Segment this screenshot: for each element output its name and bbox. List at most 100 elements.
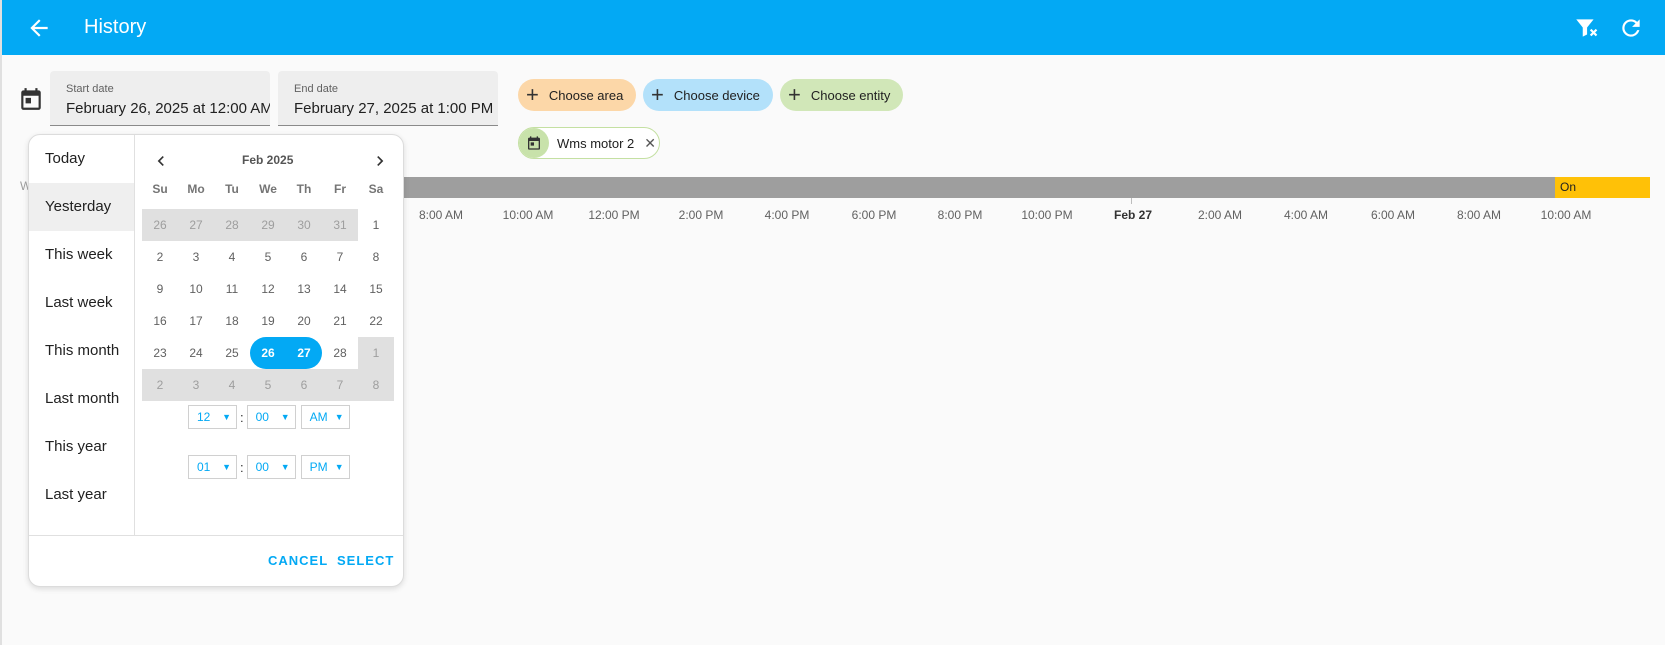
calendar-day[interactable]: 4 <box>214 369 250 401</box>
weekday-label: Tu <box>225 182 239 196</box>
weekday-label: Mo <box>187 182 205 196</box>
calendar-week: 9 10 11 12 13 14 15 <box>142 273 394 305</box>
start-period-select[interactable]: AM ▼ <box>300 405 350 429</box>
date-tickmark <box>1131 198 1132 204</box>
calendar-day[interactable]: 1 <box>358 209 394 241</box>
end-period-select[interactable]: PM ▼ <box>300 455 350 479</box>
calendar-day[interactable]: 8 <box>358 241 394 273</box>
calendar-day[interactable]: 27 <box>178 209 214 241</box>
range-last-week[interactable]: Last week <box>29 279 134 327</box>
choose-device-chip[interactable]: + Choose device <box>643 79 773 111</box>
calendar-day[interactable]: 3 <box>178 369 214 401</box>
chevron-down-icon: ▼ <box>280 412 290 422</box>
range-today[interactable]: Today <box>29 135 134 183</box>
timeline-on-segment[interactable]: On <box>1555 177 1650 198</box>
calendar-day[interactable]: 6 <box>286 369 322 401</box>
arrow-left-icon[interactable] <box>26 15 52 41</box>
cancel-button[interactable]: CANCEL <box>268 553 328 568</box>
calendar-day[interactable]: 28 <box>322 337 358 369</box>
start-minute-select[interactable]: 00 ▼ <box>246 405 296 429</box>
calendar-day[interactable]: 16 <box>142 305 178 337</box>
calendar-day[interactable]: 2 <box>142 241 178 273</box>
refresh-icon[interactable] <box>1618 15 1644 41</box>
calendar-day[interactable]: 1 <box>358 337 394 369</box>
time-tick: 8:00 PM <box>937 208 983 222</box>
calendar-day[interactable]: 13 <box>286 273 322 305</box>
weekday-label: Fr <box>334 182 346 196</box>
end-minute-value: 00 <box>255 460 269 474</box>
calendar-week: 26 27 28 29 30 31 1 <box>142 209 394 241</box>
end-hour-value: 01 <box>197 460 211 474</box>
calendar-day[interactable]: 22 <box>358 305 394 337</box>
range-this-month[interactable]: This month <box>29 327 134 375</box>
calendar-day[interactable]: 12 <box>250 273 286 305</box>
calendar-day[interactable]: 4 <box>214 241 250 273</box>
calendar-day[interactable]: 24 <box>178 337 214 369</box>
calendar-day-selected-end[interactable]: 27 <box>286 337 322 369</box>
calendar-day[interactable]: 3 <box>178 241 214 273</box>
calendar-day[interactable]: 11 <box>214 273 250 305</box>
calendar-day[interactable]: 21 <box>322 305 358 337</box>
chevron-down-icon: ▼ <box>334 462 344 472</box>
end-date-field[interactable]: End date February 27, 2025 at 1:00 PM <box>278 71 498 126</box>
time-tick: 10:00 AM <box>1540 208 1592 222</box>
calendar-day[interactable]: 23 <box>142 337 178 369</box>
calendar-day-selected-start[interactable]: 26 <box>250 337 286 369</box>
calendar-day[interactable]: 31 <box>322 209 358 241</box>
start-date-label: Start date <box>66 83 114 95</box>
chevron-left-icon[interactable] <box>151 151 171 171</box>
calendar-day[interactable]: 20 <box>286 305 322 337</box>
calendar-day[interactable]: 29 <box>250 209 286 241</box>
time-tick: 10:00 AM <box>502 208 554 222</box>
choose-entity-chip[interactable]: + Choose entity <box>780 79 903 111</box>
end-hour-select[interactable]: 01 ▼ <box>188 455 237 479</box>
calendar-day[interactable]: 7 <box>322 241 358 273</box>
entity-calendar-icon <box>519 128 549 158</box>
time-tick: 8:00 AM <box>1456 208 1502 222</box>
selected-entity-chip[interactable]: Wms motor 2 ✕ <box>518 127 660 159</box>
timeline-off-segment[interactable] <box>403 177 1556 198</box>
range-yesterday[interactable]: Yesterday <box>29 183 134 231</box>
select-button[interactable]: SELECT <box>337 553 394 568</box>
range-this-week[interactable]: This week <box>29 231 134 279</box>
calendar-day[interactable]: 18 <box>214 305 250 337</box>
weekday-label: We <box>259 182 277 196</box>
calendar-day[interactable]: 7 <box>322 369 358 401</box>
choose-area-chip[interactable]: + Choose area <box>518 79 636 111</box>
range-presets: Today Yesterday This week Last week This… <box>29 135 135 535</box>
calendar-day[interactable]: 2 <box>142 369 178 401</box>
range-last-year[interactable]: Last year <box>29 471 134 519</box>
chevron-down-icon: ▼ <box>334 412 344 422</box>
end-minute-select[interactable]: 00 ▼ <box>246 455 296 479</box>
date-range-picker: Today Yesterday This week Last week This… <box>28 134 404 587</box>
time-tick: 6:00 PM <box>851 208 897 222</box>
range-last-month[interactable]: Last month <box>29 375 134 423</box>
time-tick: 4:00 AM <box>1283 208 1329 222</box>
calendar-day[interactable]: 10 <box>178 273 214 305</box>
calendar-day[interactable]: 5 <box>250 241 286 273</box>
start-date-field[interactable]: Start date February 26, 2025 at 12:00 AM <box>50 71 270 126</box>
calendar-day[interactable]: 14 <box>322 273 358 305</box>
weekday-label: Th <box>296 182 312 196</box>
calendar-icon[interactable] <box>18 86 44 112</box>
end-time-row: 01 ▼ : 00 ▼ PM ▼ <box>188 455 350 479</box>
calendar-day[interactable]: 28 <box>214 209 250 241</box>
range-this-year[interactable]: This year <box>29 423 134 471</box>
remove-entity-icon[interactable]: ✕ <box>644 135 656 152</box>
start-hour-select[interactable]: 12 ▼ <box>188 405 237 429</box>
chevron-right-icon[interactable] <box>370 151 390 171</box>
calendar-day[interactable]: 30 <box>286 209 322 241</box>
time-tick: 8:00 AM <box>418 208 464 222</box>
filter-remove-icon[interactable] <box>1573 15 1599 41</box>
calendar-day[interactable]: 9 <box>142 273 178 305</box>
calendar-day[interactable]: 26 <box>142 209 178 241</box>
calendar-day[interactable]: 6 <box>286 241 322 273</box>
end-period-value: PM <box>309 460 328 474</box>
calendar-day[interactable]: 8 <box>358 369 394 401</box>
start-minute-value: 00 <box>255 410 269 424</box>
calendar-day[interactable]: 17 <box>178 305 214 337</box>
calendar-day[interactable]: 15 <box>358 273 394 305</box>
calendar-day[interactable]: 19 <box>250 305 286 337</box>
calendar-day[interactable]: 5 <box>250 369 286 401</box>
calendar-day[interactable]: 25 <box>214 337 250 369</box>
